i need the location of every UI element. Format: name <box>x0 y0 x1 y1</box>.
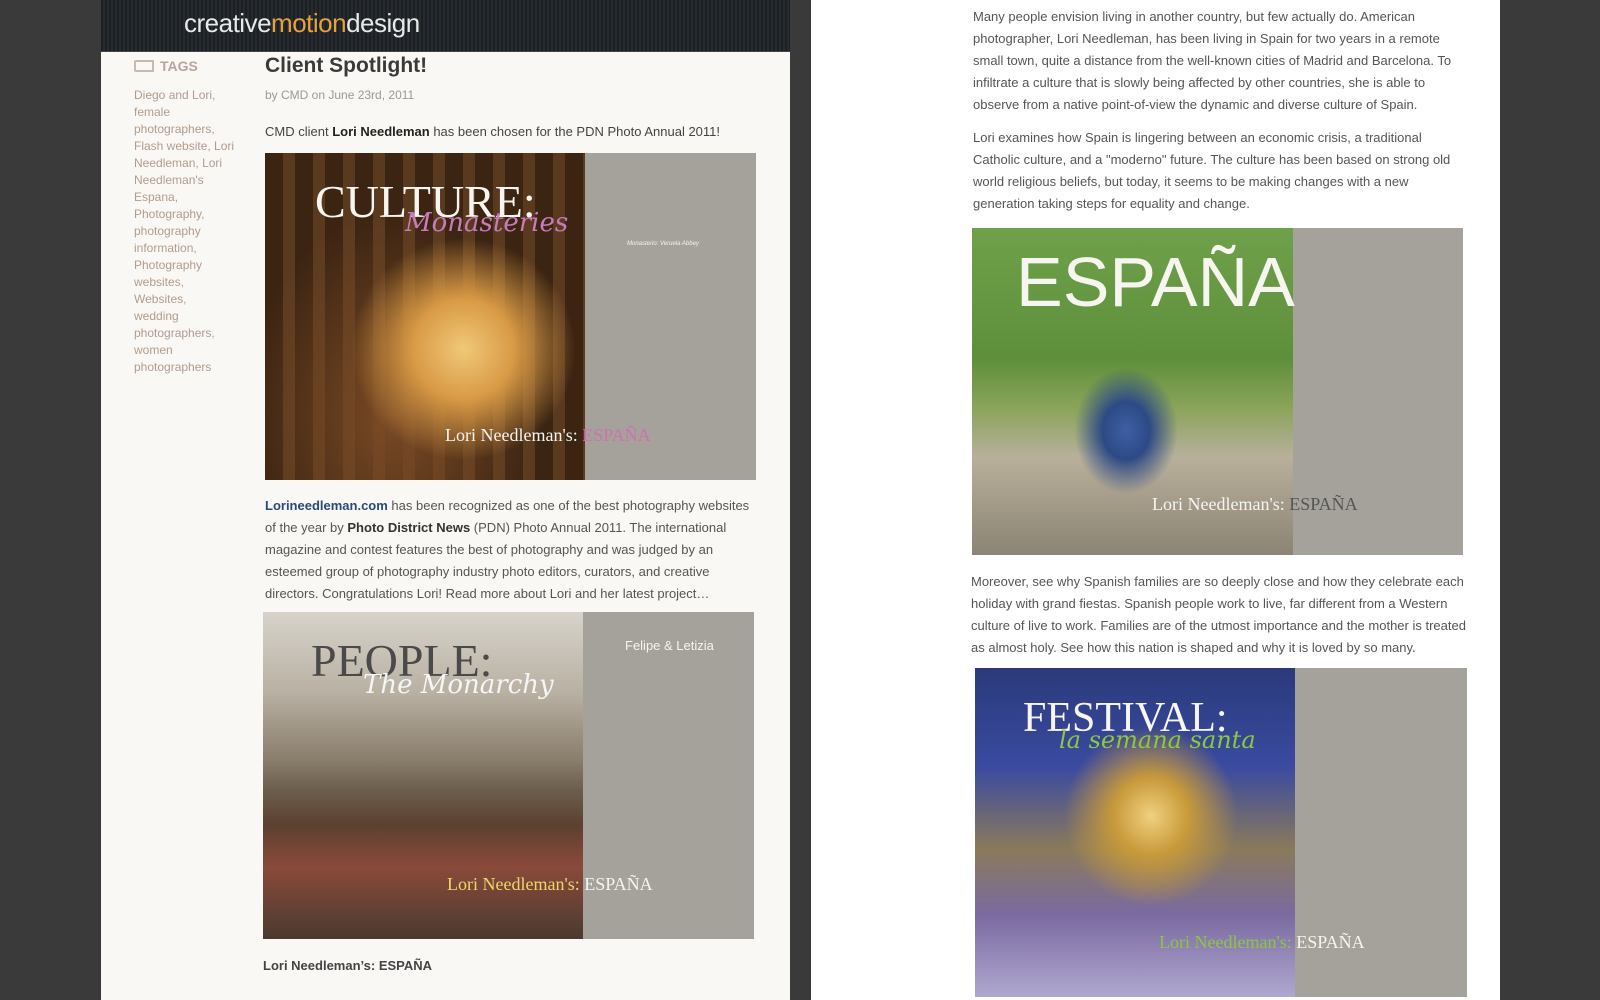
article-paragraph: Moreover, see why Spanish families are s… <box>971 574 1466 655</box>
tags-list: Diego and Lori, female photographers, Fl… <box>134 87 244 376</box>
blog-post-panel: creativemotiondesign TAGS Diego and Lori… <box>101 0 790 1000</box>
post-meta: by CMD on June 23rd, 2011 <box>265 88 415 102</box>
post-intro: CMD client Lori Needleman has been chose… <box>265 124 721 139</box>
tag-link[interactable]: information, <box>134 241 197 255</box>
tag-link[interactable]: Diego and Lori, <box>134 88 215 102</box>
people-spread-image: Felipe & Letizia PEOPLE: The Monarchy Lo… <box>263 612 754 939</box>
tags-heading: TAGS <box>134 58 198 74</box>
tag-link[interactable]: Espana, <box>134 190 178 204</box>
tag-link[interactable]: photographers, <box>134 122 215 136</box>
tag-link[interactable]: wedding <box>134 309 179 323</box>
side-heading: Monasterio: Veruela Abbey <box>627 241 699 247</box>
spread-subtitle: Monasteries <box>405 208 569 238</box>
client-name: Lori Needleman <box>332 124 430 139</box>
festival-spread-image: FESTIVAL: la semana santa Lori Needleman… <box>975 668 1467 997</box>
spread-byline: Lori Needleman's: ESPAÑA <box>1152 494 1358 514</box>
tag-link[interactable]: photographers <box>134 360 211 374</box>
tag-link[interactable]: Lori <box>214 139 234 153</box>
post-title[interactable]: Client Spotlight! <box>265 54 427 78</box>
spread-byline: Lori Needleman's: ESPAÑA <box>447 874 653 894</box>
site-logo[interactable]: creativemotiondesign <box>184 8 420 39</box>
tag-link[interactable]: Photography <box>134 258 202 272</box>
spread-caption: Lori Needleman’s: ESPAÑA <box>263 958 433 973</box>
article-paragraph: Lori examines how Spain is lingering bet… <box>973 130 1451 211</box>
article-paragraph: Many people envision living in another c… <box>973 9 1452 112</box>
tag-link[interactable]: Flash website, <box>134 139 211 153</box>
site-header: creativemotiondesign <box>101 0 790 52</box>
espana-spread-image: ESPAÑA Lori Needleman's: ESPAÑA <box>972 228 1463 555</box>
tag-link[interactable]: Websites, <box>134 292 186 306</box>
tag-icon <box>134 60 154 72</box>
tag-link[interactable]: Needleman's <box>134 173 204 187</box>
spread-byline: Lori Needleman's: ESPAÑA <box>445 425 651 445</box>
spread-title: ESPAÑA <box>1016 243 1295 321</box>
side-heading: Felipe & Letizia <box>625 638 714 653</box>
article-continuation-panel: Many people envision living in another c… <box>811 0 1500 1000</box>
tag-link[interactable]: photography <box>134 224 201 238</box>
post-body: Lorineedleman.com has been recognized as… <box>265 498 750 601</box>
tag-link[interactable]: Needleman, <box>134 156 199 170</box>
spread-byline: Lori Needleman's: ESPAÑA <box>1159 932 1365 952</box>
culture-spread-image: Monasterio: Veruela Abbey CULTURE: Monas… <box>265 153 756 480</box>
tag-link[interactable]: Photography, <box>134 207 205 221</box>
tag-link[interactable]: Lori <box>202 156 222 170</box>
website-link[interactable]: Lorineedleman.com <box>265 498 388 513</box>
tag-link[interactable]: women <box>134 343 173 357</box>
tag-link[interactable]: websites, <box>134 275 184 289</box>
tag-link[interactable]: photographers, <box>134 326 215 340</box>
spread-subtitle: The Monarchy <box>363 670 554 700</box>
tag-link[interactable]: female <box>134 105 170 119</box>
spread-subtitle: la semana santa <box>1059 726 1256 754</box>
